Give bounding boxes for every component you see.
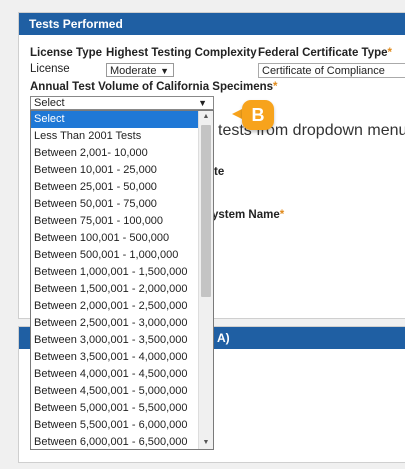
dropdown-option[interactable]: Between 1,000,001 - 1,500,000 — [31, 264, 198, 281]
dropdown-option[interactable]: Between 5,000,001 - 5,500,000 — [31, 400, 198, 417]
dropdown-option[interactable]: Between 5,500,001 - 6,000,000 — [31, 417, 198, 434]
dropdown-option[interactable]: Between 25,001 - 50,000 — [31, 179, 198, 196]
cert-type-label-text: Federal Certificate Type — [258, 47, 388, 59]
annual-volume-select[interactable]: Select ▼ — [30, 96, 214, 110]
complexity-select[interactable]: Moderate ▼ — [106, 63, 174, 77]
partial-label-system-name-text: ystem Name — [212, 209, 280, 221]
annual-volume-select-value: Select — [34, 97, 65, 109]
license-type-label: License Type — [30, 47, 103, 59]
dropdown-option[interactable]: Between 4,500,001 - 5,000,000 — [31, 383, 198, 400]
dropdown-option[interactable]: Between 4,000,001 - 4,500,000 — [31, 366, 198, 383]
dropdown-option[interactable]: Between 500,001 - 1,000,000 — [31, 247, 198, 264]
dropdown-option[interactable]: Between 2,000,001 - 2,500,000 — [31, 298, 198, 315]
dropdown-option[interactable]: Between 6,000,001 - 6,500,000 — [31, 434, 198, 449]
annual-volume-label: Annual Test Volume of California Specime… — [30, 81, 278, 93]
complexity-label: Highest Testing Complexity — [106, 47, 257, 59]
dropdown-option[interactable]: Between 2,500,001 - 3,000,000 — [31, 315, 198, 332]
cert-type-label: Federal Certificate Type* — [258, 47, 392, 59]
dropdown-option[interactable]: Between 3,000,001 - 3,500,000 — [31, 332, 198, 349]
scroll-up-arrow-icon[interactable]: ▲ — [199, 111, 213, 123]
scrollbar-thumb[interactable] — [201, 125, 211, 297]
annual-volume-dropdown-list[interactable]: Select Less Than 2001 Tests Between 2,001-… — [30, 110, 214, 450]
dropdown-option[interactable]: Between 75,001 - 100,000 — [31, 213, 198, 230]
dropdown-option[interactable]: Between 50,001 - 75,000 — [31, 196, 198, 213]
dropdown-option[interactable]: Less Than 2001 Tests — [31, 128, 198, 145]
chevron-down-icon: ▼ — [160, 66, 169, 76]
tests-performed-header: Tests Performed — [19, 13, 405, 35]
dropdown-option[interactable]: Between 1,500,001 - 2,000,000 — [31, 281, 198, 298]
dropdown-option[interactable]: Select — [31, 111, 198, 128]
dropdown-option[interactable]: Between 100,001 - 500,000 — [31, 230, 198, 247]
dropdown-option[interactable]: Between 3,500,001 - 4,000,000 — [31, 349, 198, 366]
callout-badge: B — [232, 100, 274, 132]
dropdown-option[interactable]: Between 10,001 - 25,000 — [31, 162, 198, 179]
required-marker: * — [273, 81, 278, 93]
callout-letter: B — [242, 100, 274, 130]
dropdown-option[interactable]: Between 2,001- 10,000 — [31, 145, 198, 162]
partial-label-te: te — [214, 166, 225, 178]
cert-type-field[interactable]: Certificate of Compliance — [258, 63, 405, 78]
annual-volume-label-text: Annual Test Volume of California Specime… — [30, 81, 274, 93]
license-type-value: License — [30, 63, 70, 75]
partial-label-system-name: ystem Name* — [212, 209, 284, 221]
required-marker: * — [387, 47, 393, 59]
section2-title-fragment: A) — [217, 331, 230, 345]
chevron-down-icon: ▼ — [198, 98, 207, 108]
scroll-down-arrow-icon[interactable]: ▼ — [199, 437, 213, 449]
dropdown-scrollbar[interactable]: ▲ ▼ — [198, 111, 213, 449]
required-marker: * — [279, 209, 285, 221]
dropdown-options: Select Less Than 2001 Tests Between 2,001-… — [31, 111, 213, 449]
complexity-select-value: Moderate — [110, 65, 157, 77]
